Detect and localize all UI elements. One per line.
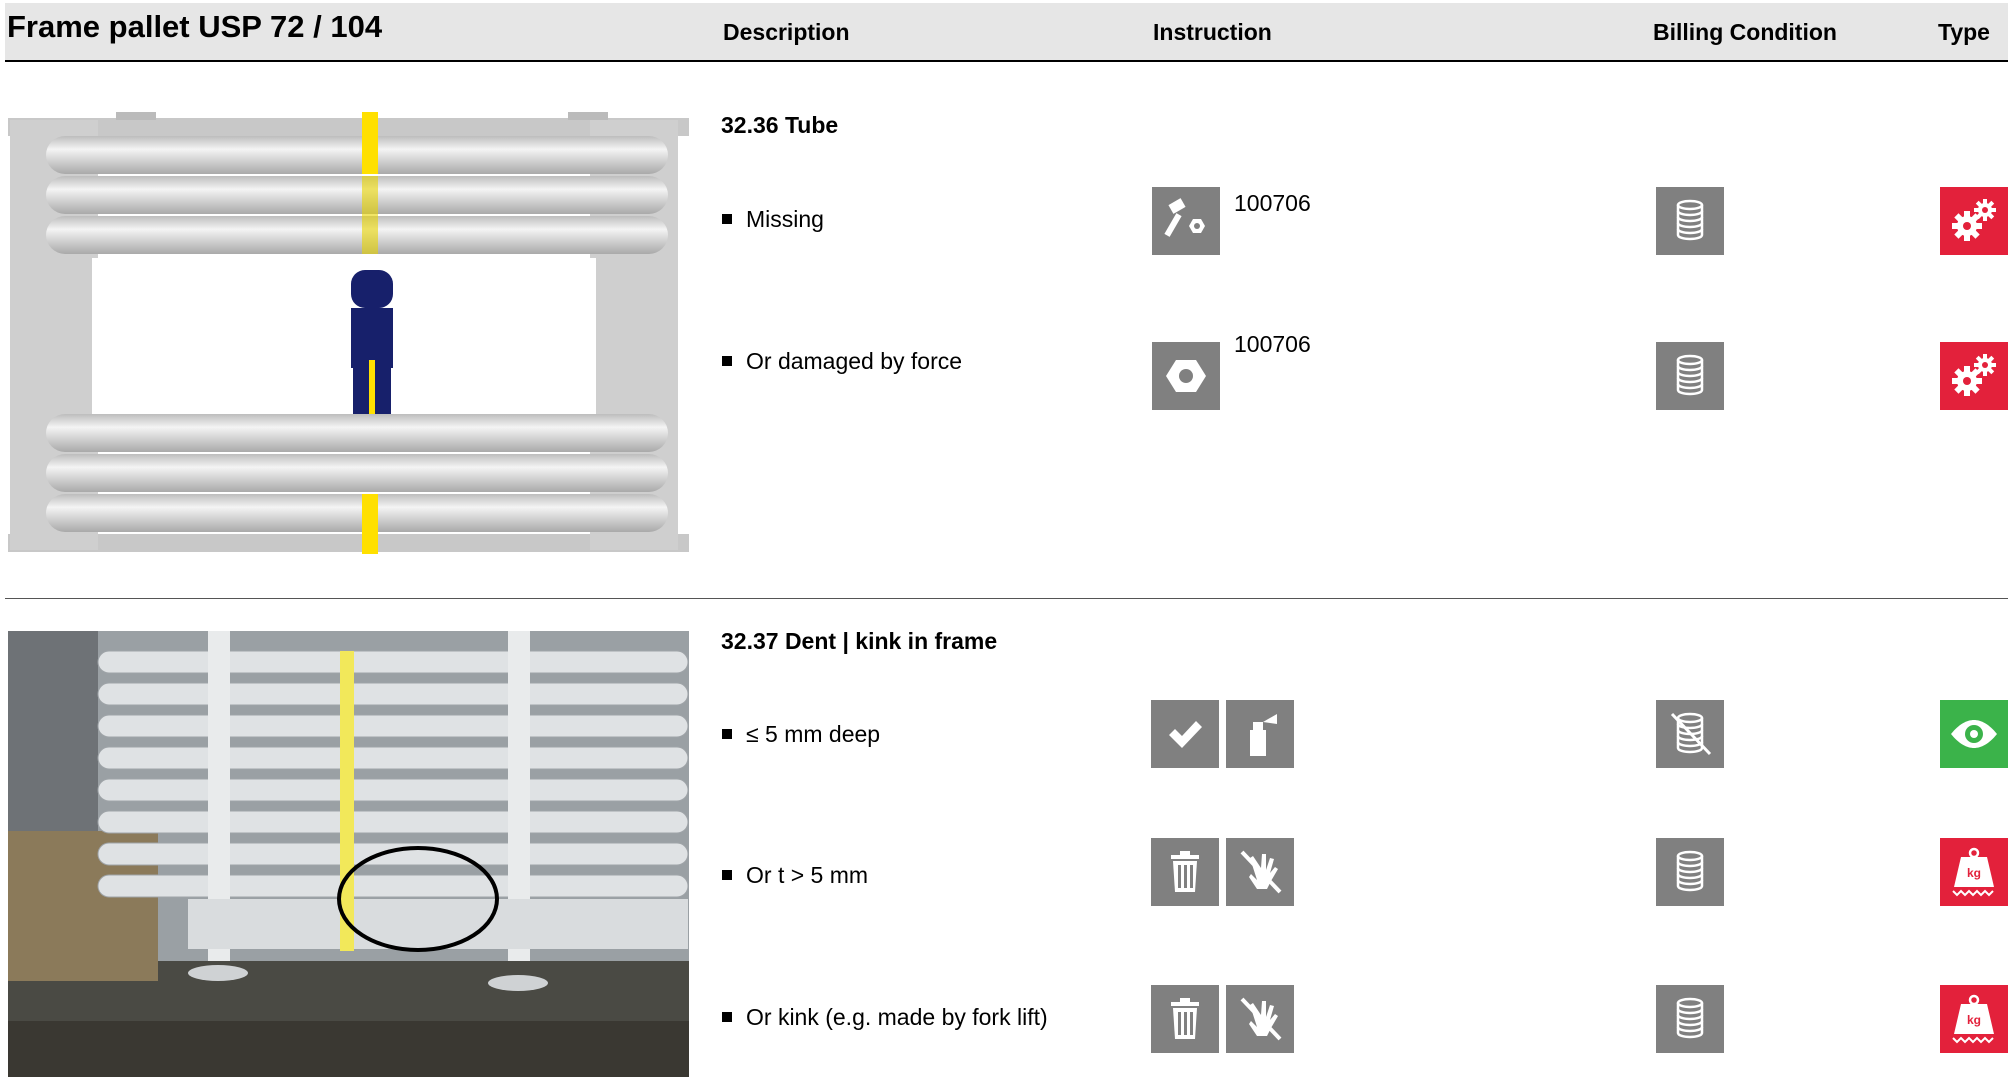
column-header-description: Description	[723, 19, 850, 45]
article-number: 100706	[1234, 190, 1311, 216]
item-label: Missing	[746, 206, 824, 232]
trash-icon	[1151, 838, 1219, 906]
eye-icon	[1940, 700, 2008, 768]
weight-kg-icon: kg	[1940, 985, 2008, 1053]
svg-text:kg: kg	[1967, 1013, 1981, 1027]
item-label: ≤ 5 mm deep	[746, 721, 881, 747]
list-item: Or kink (e.g. made by fork lift)	[722, 1004, 1048, 1031]
no-repair-hand-icon	[1226, 985, 1294, 1053]
list-item: Or damaged by force	[722, 348, 962, 375]
section-title: 32.36 Tube	[721, 112, 839, 138]
list-item: Missing	[722, 206, 824, 233]
svg-text:kg: kg	[1967, 866, 1981, 880]
item-label: Or damaged by force	[746, 348, 963, 374]
gears-icon	[1940, 187, 2008, 255]
trash-icon	[1151, 985, 1219, 1053]
no-repair-hand-icon	[1226, 838, 1294, 906]
list-item: ≤ 5 mm deep	[722, 721, 880, 748]
weight-kg-icon: kg	[1940, 838, 2008, 906]
no-charge-icon	[1656, 700, 1724, 768]
table-header: Frame pallet USP 72 / 104 Description In…	[5, 3, 2008, 62]
section-divider	[5, 598, 2008, 599]
column-header-instruction: Instruction	[1153, 19, 1272, 45]
column-header-billing: Billing Condition	[1653, 19, 1837, 45]
bolt-nut-icon	[1152, 187, 1220, 255]
dented-frame-photo	[8, 631, 689, 1077]
frame-pallet-drawing	[8, 112, 689, 559]
page-title: Frame pallet USP 72 / 104	[7, 9, 383, 44]
coin-stack-icon	[1656, 342, 1724, 410]
item-label: Or t > 5 mm	[746, 862, 869, 888]
coin-stack-icon	[1656, 985, 1724, 1053]
column-header-type: Type	[1938, 19, 1990, 45]
gears-icon	[1940, 342, 2008, 410]
article-number: 100706	[1234, 331, 1311, 357]
list-item: Or t > 5 mm	[722, 862, 868, 889]
coin-stack-icon	[1656, 187, 1724, 255]
spray-can-icon	[1226, 700, 1294, 768]
section-title: 32.37 Dent | kink in frame	[721, 628, 998, 654]
nut-icon	[1152, 342, 1220, 410]
item-label: Or kink (e.g. made by fork lift)	[746, 1004, 1048, 1030]
check-icon	[1151, 700, 1219, 768]
coin-stack-icon	[1656, 838, 1724, 906]
